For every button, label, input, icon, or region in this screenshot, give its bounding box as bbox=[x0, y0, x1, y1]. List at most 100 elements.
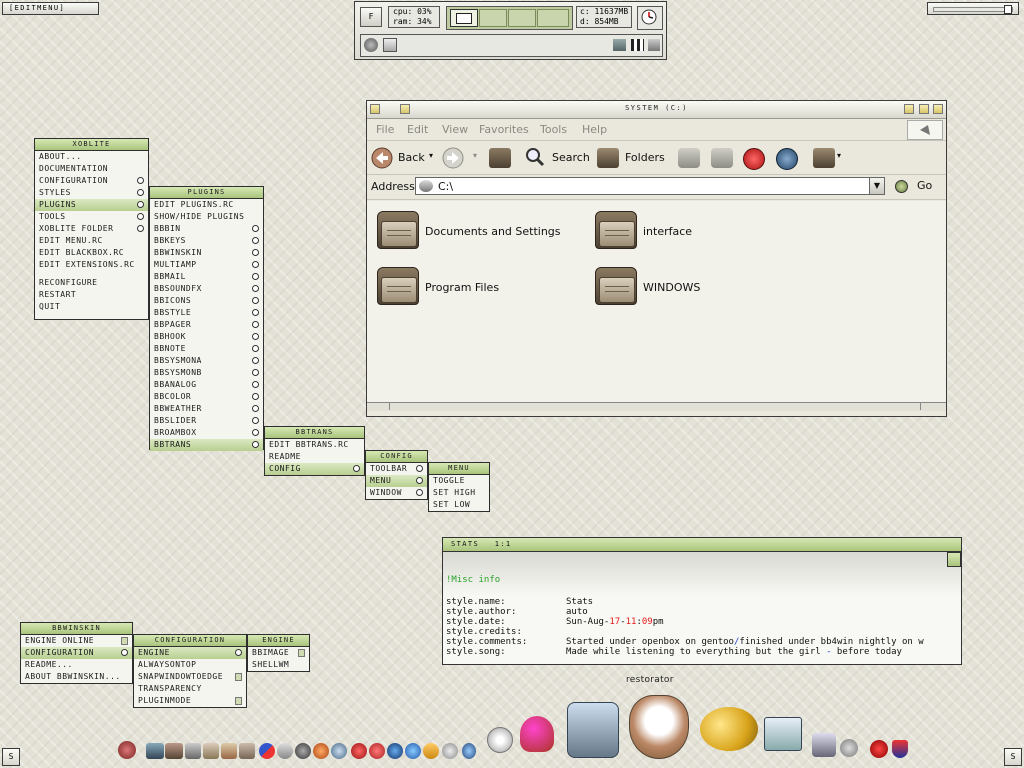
menu-item-styles[interactable]: STYLES bbox=[35, 187, 148, 199]
menu-item-set-high[interactable]: SET HIGH bbox=[429, 487, 489, 499]
address-field[interactable]: C:\ ▼ bbox=[415, 177, 885, 195]
menu-item-edit-bbtrans-rc[interactable]: EDIT BBTRANS.RC bbox=[265, 439, 364, 451]
menu-item-bbsoundfx[interactable]: BBSOUNDFX bbox=[150, 283, 263, 295]
undo-icon[interactable] bbox=[776, 148, 798, 170]
disc-icon[interactable] bbox=[487, 727, 513, 753]
maximize-button[interactable] bbox=[919, 104, 929, 114]
tray-square-icon[interactable] bbox=[383, 38, 397, 52]
top-slider[interactable] bbox=[927, 2, 1019, 15]
menu-item-alwaysontop[interactable]: ALWAYSONTOP bbox=[134, 659, 246, 671]
menu-item-edit-blackbox-rc[interactable]: EDIT BLACKBOX.RC bbox=[35, 247, 148, 259]
browser-icon[interactable] bbox=[331, 743, 347, 759]
menu-item-configuration[interactable]: CONFIGURATION bbox=[35, 175, 148, 187]
forward-button[interactable]: ▾ bbox=[441, 147, 481, 169]
menu-item-bbsysmona[interactable]: BBSYSMONA bbox=[150, 355, 263, 367]
menu-item-documentation[interactable]: DOCUMENTATION bbox=[35, 163, 148, 175]
menu-item-toolbar[interactable]: TOOLBAR bbox=[366, 463, 427, 475]
menu-edit[interactable]: Edit bbox=[407, 123, 428, 136]
menu-item-bbicons[interactable]: BBICONS bbox=[150, 295, 263, 307]
tools-icon[interactable] bbox=[239, 743, 255, 759]
stats-header[interactable]: STATS 1:1 bbox=[443, 538, 961, 552]
minimize-button[interactable] bbox=[904, 104, 914, 114]
menu-item-transparency[interactable]: TRANSPARENCY bbox=[134, 683, 246, 695]
menu-item-engine[interactable]: ENGINE bbox=[134, 647, 246, 659]
menu-item-bbkeys[interactable]: BBKEYS bbox=[150, 235, 263, 247]
photo-icon[interactable] bbox=[165, 743, 183, 759]
stats-scroll-button[interactable] bbox=[947, 552, 961, 567]
menu-item-bbpager[interactable]: BBPAGER bbox=[150, 319, 263, 331]
f-button[interactable]: F bbox=[360, 7, 382, 27]
menu-item-menu[interactable]: MENU bbox=[366, 475, 427, 487]
menu-item-readme[interactable]: README bbox=[265, 451, 364, 463]
menu-item-engine-online[interactable]: ENGINE ONLINE bbox=[21, 635, 132, 647]
up-folder-icon[interactable] bbox=[489, 148, 511, 168]
menu-item-snapwindowtoedge[interactable]: SNAPWINDOWTOEDGE bbox=[134, 671, 246, 683]
menu-item-edit-menu-rc[interactable]: EDIT MENU.RC bbox=[35, 235, 148, 247]
brush-icon[interactable] bbox=[423, 743, 439, 759]
pager-desktop-3[interactable] bbox=[508, 9, 536, 27]
folder-label-program-files[interactable]: Program Files bbox=[425, 281, 499, 294]
copy-to-icon[interactable] bbox=[711, 148, 733, 168]
earth-icon[interactable] bbox=[387, 743, 403, 759]
menu-item-bbstyle[interactable]: BBSTYLE bbox=[150, 307, 263, 319]
menu-item-configuration[interactable]: CONFIGURATION bbox=[21, 647, 132, 659]
menu-item-restart[interactable]: RESTART bbox=[35, 289, 148, 301]
package-icon[interactable] bbox=[203, 743, 219, 759]
record-icon[interactable] bbox=[351, 743, 367, 759]
restorator-icon[interactable] bbox=[567, 702, 619, 758]
shield-icon[interactable] bbox=[892, 740, 908, 758]
horizontal-scrollbar[interactable] bbox=[367, 402, 946, 411]
menu-item-bbanalog[interactable]: BBANALOG bbox=[150, 379, 263, 391]
network-icon[interactable] bbox=[462, 743, 476, 759]
gear-icon[interactable] bbox=[118, 741, 136, 759]
menu-item-shellwm[interactable]: SHELLWM bbox=[248, 659, 309, 671]
menu-item-readme[interactable]: README... bbox=[21, 659, 132, 671]
menu-favorites[interactable]: Favorites bbox=[479, 123, 529, 136]
pager-desktop-1[interactable] bbox=[450, 9, 478, 27]
move-to-icon[interactable] bbox=[678, 148, 700, 168]
menu-item-bbbin[interactable]: BBBIN bbox=[150, 223, 263, 235]
pencil-icon[interactable] bbox=[277, 743, 293, 759]
menu-item-bbtrans[interactable]: BBTRANS bbox=[150, 439, 263, 451]
menu-item-about-bbwinskin[interactable]: ABOUT BBWINSKIN... bbox=[21, 671, 132, 683]
menu-item-toggle[interactable]: TOGGLE bbox=[429, 475, 489, 487]
menu-item-bbcolor[interactable]: BBCOLOR bbox=[150, 391, 263, 403]
tray-flag-icon[interactable] bbox=[631, 39, 644, 51]
corner-button-left[interactable]: S bbox=[2, 748, 20, 766]
menu-item-bbslider[interactable]: BBSLIDER bbox=[150, 415, 263, 427]
menu-item-bbwinskin[interactable]: BBWINSKIN bbox=[150, 247, 263, 259]
folder-icon[interactable] bbox=[593, 209, 637, 249]
back-dropdown-icon[interactable]: ▾ bbox=[429, 151, 433, 160]
editmenu-label[interactable]: [EDITMENU] bbox=[2, 2, 99, 15]
menu-item-bbmail[interactable]: BBMAIL bbox=[150, 271, 263, 283]
media-icon[interactable] bbox=[313, 743, 329, 759]
folder-label-interface[interactable]: interface bbox=[643, 225, 692, 238]
address-dropdown-icon[interactable]: ▼ bbox=[869, 178, 884, 194]
menu-item-broambox[interactable]: BROAMBOX bbox=[150, 427, 263, 439]
tray-left-icon[interactable] bbox=[364, 38, 378, 52]
mail-icon[interactable] bbox=[812, 733, 836, 757]
fish-icon[interactable] bbox=[700, 707, 758, 751]
menu-item-reconfigure[interactable]: RECONFIGURE bbox=[35, 277, 148, 289]
mouse-icon[interactable] bbox=[442, 743, 458, 759]
menu-item-bbnote[interactable]: BBNOTE bbox=[150, 343, 263, 355]
menu-item-multiamp[interactable]: MULTIAMP bbox=[150, 259, 263, 271]
menu-item-config[interactable]: CONFIG bbox=[265, 463, 364, 475]
folders-button[interactable]: Folders bbox=[597, 147, 665, 169]
menu-item-bbimage[interactable]: BBIMAGE bbox=[248, 647, 309, 659]
folder-label-documents[interactable]: Documents and Settings bbox=[425, 225, 561, 238]
menu-item-tools[interactable]: TOOLS bbox=[35, 211, 148, 223]
folder-icon[interactable] bbox=[375, 209, 419, 249]
menu-item-bbsysmonb[interactable]: BBSYSMONB bbox=[150, 367, 263, 379]
pager-desktop-4[interactable] bbox=[537, 9, 569, 27]
pill-icon[interactable] bbox=[259, 743, 275, 759]
menu-item-bbhook[interactable]: BBHOOK bbox=[150, 331, 263, 343]
tray-scanner-icon[interactable] bbox=[648, 39, 660, 51]
target-icon[interactable] bbox=[369, 743, 385, 759]
box-icon[interactable] bbox=[221, 743, 237, 759]
corner-button-right[interactable]: S bbox=[1004, 748, 1022, 766]
menu-item-edit-plugins-rc[interactable]: EDIT PLUGINS.RC bbox=[150, 199, 263, 211]
menu-view[interactable]: View bbox=[442, 123, 468, 136]
menu-item-about[interactable]: ABOUT... bbox=[35, 151, 148, 163]
views-button[interactable]: ▾ bbox=[813, 147, 845, 169]
